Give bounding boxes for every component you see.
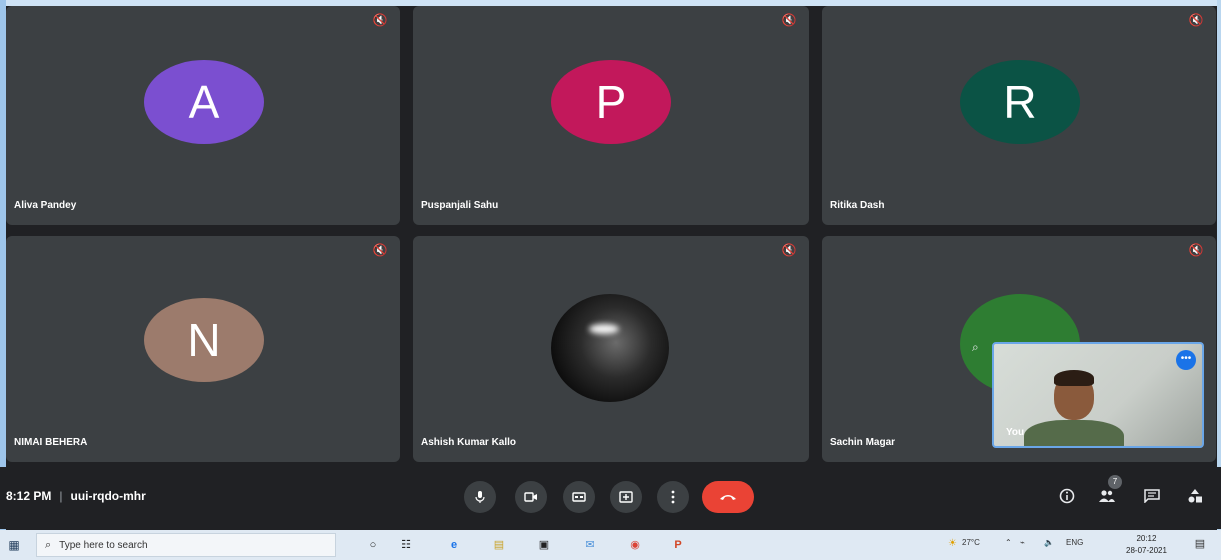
camera-button[interactable] [515,481,547,513]
participant-name: NIMAI BEHERA [14,437,88,448]
people-icon [1099,490,1115,502]
speaker-icon[interactable]: 🔈 [1044,538,1054,547]
activities-button[interactable] [1182,483,1208,509]
mic-muted-icon: 🔇 [781,13,797,27]
mic-muted-icon: 🔇 [1188,13,1204,27]
people-count-badge: 7 [1108,475,1122,489]
mic-muted-icon: 🔇 [1188,243,1204,257]
clock-date: 28-07-2021 [1126,546,1167,555]
end-call-icon [720,495,736,500]
chat-button[interactable] [1139,483,1165,509]
taskbar-clock[interactable]: 20:12 28-07-2021 [1126,533,1167,557]
participant-tile-aliva[interactable]: 🔇 A Aliva Pandey [6,6,400,225]
participant-tile-ritika[interactable]: 🔇 R Ritika Dash [822,6,1216,225]
microphone-button[interactable] [464,481,496,513]
participant-name: Ashish Kumar Kallo [421,437,517,448]
avatar: R [960,60,1080,144]
avatar: P [551,60,671,144]
cortana-icon[interactable]: ○ [363,535,383,555]
mic-muted-icon: 🔇 [781,243,797,257]
network-icon[interactable]: ⌁ [1020,538,1025,547]
self-view-tile[interactable]: ••• You [992,342,1204,448]
chevron-up-icon[interactable]: ⌃ [1005,538,1012,547]
more-vert-icon [671,490,675,504]
meet-window: 🔇 A Aliva Pandey 🔇 P Puspanjali Sahu 🔇 R… [0,0,1221,560]
chrome-icon[interactable]: ◉ [625,535,645,555]
participant-tile-nimai[interactable]: 🔇 N NIMAI BEHERA [6,236,400,462]
edge-browser-icon[interactable]: e [444,535,464,555]
self-video-person [1024,420,1124,446]
people-button[interactable]: 7 [1094,475,1122,509]
meeting-time: 8:12 PM [6,489,52,503]
window-right-edge [1217,0,1221,530]
microphone-icon [475,491,485,503]
present-screen-icon [619,491,633,503]
captions-button[interactable] [563,481,595,513]
notification-center-icon[interactable]: ▤ [1192,537,1208,553]
info-icon [1059,488,1075,504]
participant-name: Puspanjali Sahu [421,200,499,211]
powerpoint-icon[interactable]: P [668,535,688,555]
input-language[interactable]: ENG [1066,538,1083,547]
meeting-code: uui-rqdo-mhr [70,489,146,503]
captions-icon [572,492,586,502]
mic-muted-icon: 🔇 [372,13,388,27]
weather-temperature[interactable]: 27°C [962,538,980,547]
pin-icon[interactable]: ⌕ [972,340,979,355]
windows-taskbar: ▦ ⌕ Type here to search ○ ☷ e ▤ ▣ ✉ ◉ P … [0,530,1221,560]
mic-muted-icon: 🔇 [372,243,388,257]
participant-name: Aliva Pandey [14,200,77,211]
search-icon: ⌕ [45,538,52,551]
file-explorer-icon[interactable]: ▤ [489,535,509,555]
mail-icon[interactable]: ✉ [580,535,600,555]
leave-call-button[interactable] [702,481,754,513]
avatar: N [144,298,264,382]
meeting-details-button[interactable] [1054,483,1080,509]
meeting-controls-bar: 8:12 PM | uui-rqdo-mhr 7 [0,467,1221,529]
present-screen-button[interactable] [610,481,642,513]
more-options-button[interactable] [657,481,689,513]
photo-light-glare [589,324,619,334]
self-video-hair [1054,370,1094,386]
participant-name: Ritika Dash [830,200,885,211]
taskbar-search-box[interactable]: ⌕ Type here to search [36,533,336,557]
clock-time: 20:12 [1136,534,1157,543]
more-options-icon[interactable]: ••• [1176,350,1196,370]
activities-icon [1188,489,1202,503]
participant-name: Sachin Magar [830,437,896,448]
weather-icon[interactable]: ☀ [948,538,957,549]
profile-photo [551,294,669,402]
camera-icon [524,492,537,502]
taskbar-search-placeholder: Type here to search [59,539,148,551]
meeting-info: 8:12 PM | uui-rqdo-mhr [6,489,146,503]
self-view-label: You [1006,427,1025,438]
participant-tile-puspanjali[interactable]: 🔇 P Puspanjali Sahu [413,6,809,225]
avatar: A [144,60,264,144]
meeting-info-separator: | [59,489,63,503]
chat-icon [1144,489,1160,504]
task-view-icon[interactable]: ☷ [396,535,416,555]
store-icon[interactable]: ▣ [534,535,554,555]
windows-start-icon[interactable]: ▦ [6,537,22,553]
participant-tile-ashish[interactable]: 🔇 Ashish Kumar Kallo [413,236,809,462]
